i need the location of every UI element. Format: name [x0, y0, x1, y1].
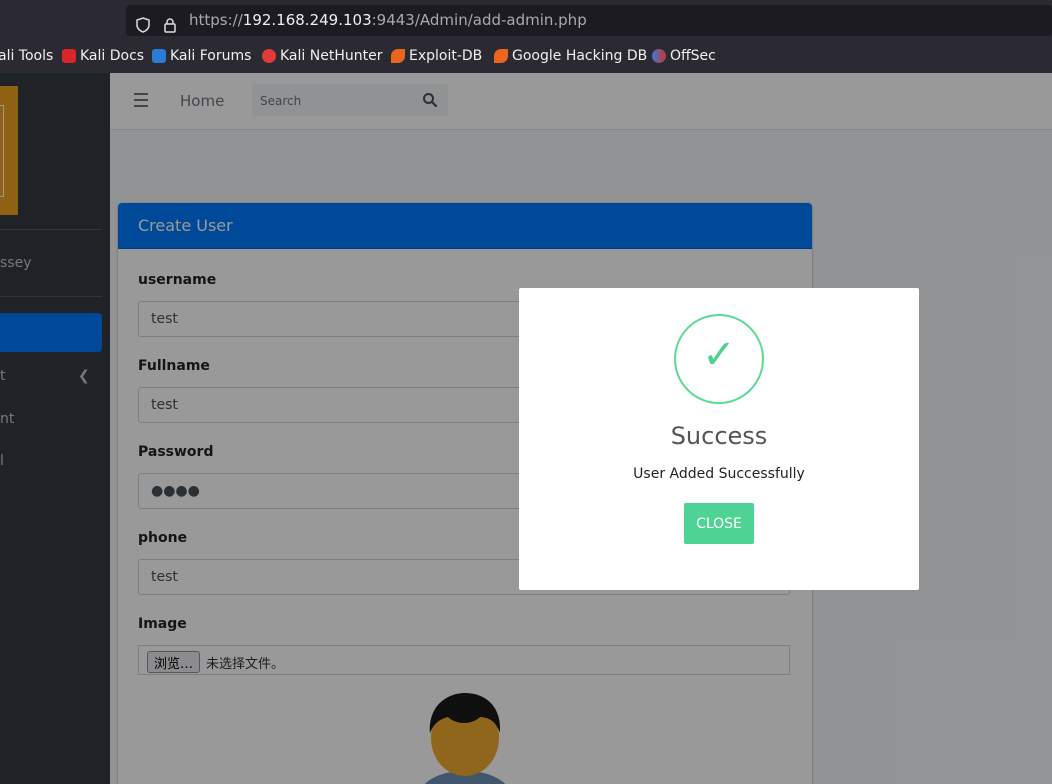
bookmark-google-hacking-db[interactable]: Google Hacking DB: [494, 48, 647, 64]
page: ssey t ❮ nt l Home Create User username …: [0, 73, 1052, 784]
kali-forums-icon: [152, 49, 166, 63]
dialog-message: User Added Successfully: [633, 466, 805, 482]
shield-icon[interactable]: [135, 17, 151, 33]
checkmark-icon: ✓: [702, 332, 736, 378]
kali-nethunter-icon: [262, 49, 276, 63]
bookmark-label: Kali Docs: [80, 48, 145, 64]
bookmark-kali-tools[interactable]: ali Tools: [0, 48, 53, 64]
url-text[interactable]: https://192.168.249.103:9443/Admin/add-a…: [189, 11, 587, 29]
url-path: :9443/Admin/add-admin.php: [371, 11, 587, 29]
bookmark-label: Google Hacking DB: [512, 48, 648, 64]
bookmark-label: Kali NetHunter: [280, 48, 383, 64]
success-dialog: ✓ Success User Added Successfully CLOSE: [519, 288, 919, 590]
dialog-title: Success: [670, 422, 768, 450]
google-hacking-db-icon: [494, 49, 508, 63]
bookmark-label: ali Tools: [0, 48, 54, 64]
browser-toolbar: https://192.168.249.103:9443/Admin/add-a…: [0, 0, 1052, 40]
kali-docs-icon: [62, 49, 76, 63]
lock-icon[interactable]: [162, 17, 178, 33]
bookmark-kali-forums[interactable]: Kali Forums: [152, 48, 251, 64]
bookmark-offsec[interactable]: OffSec: [652, 48, 716, 64]
url-prefix: https://: [189, 11, 243, 29]
bookmark-kali-docs[interactable]: Kali Docs: [62, 48, 144, 64]
url-host: 192.168.249.103: [242, 11, 372, 29]
close-button[interactable]: CLOSE: [684, 503, 754, 544]
bookmark-label: Kali Forums: [170, 48, 252, 64]
bookmarks-bar: ali Tools Kali Docs Kali Forums Kali Net…: [0, 40, 1052, 74]
bookmark-label: OffSec: [670, 48, 716, 64]
exploit-db-icon: [391, 49, 405, 63]
bookmark-exploit-db[interactable]: Exploit-DB: [391, 48, 482, 64]
bookmark-label: Exploit-DB: [409, 48, 483, 64]
bookmark-kali-nethunter[interactable]: Kali NetHunter: [262, 48, 382, 64]
offsec-icon: [652, 49, 666, 63]
success-circle: ✓: [674, 314, 764, 404]
